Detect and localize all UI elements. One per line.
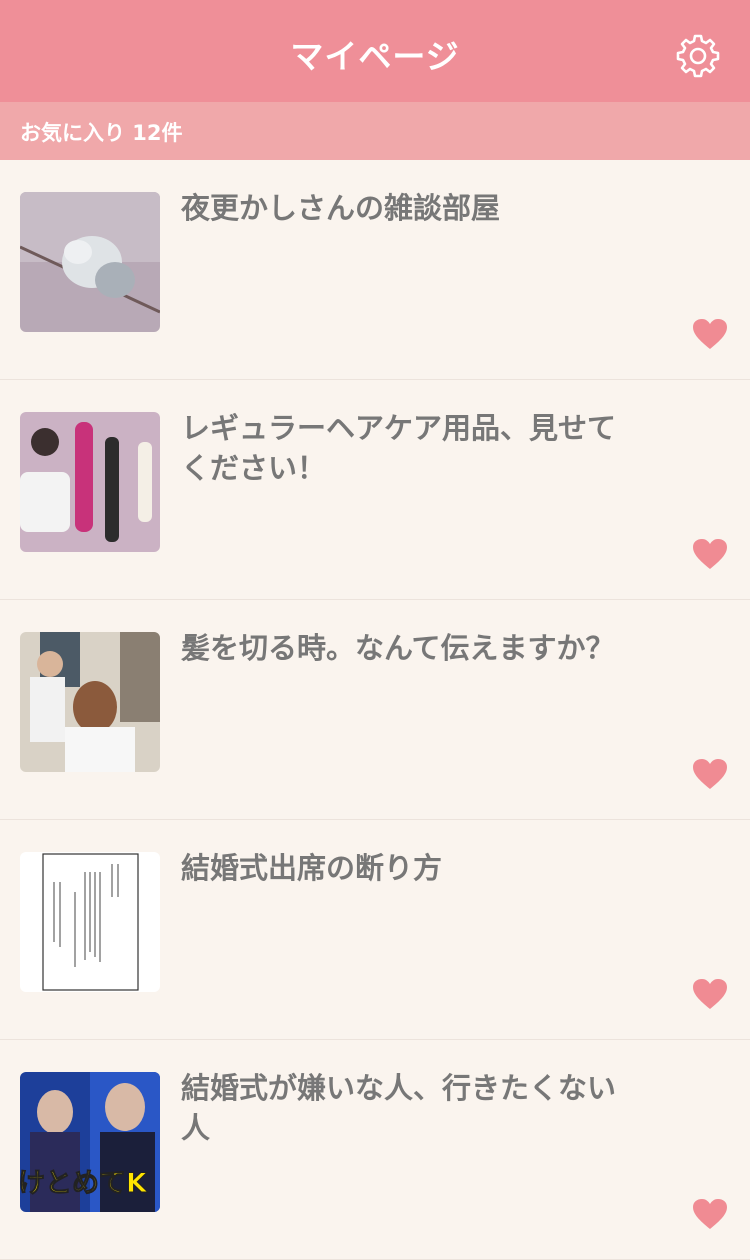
list-item[interactable]: 髪を切る時。なんて伝えますか？ — [0, 600, 750, 820]
heart-icon — [693, 759, 727, 789]
list-item[interactable]: 夜更かしさんの雑談部屋 — [0, 160, 750, 380]
item-title: 結婚式が嫌いな人、行きたくない人 — [181, 1071, 617, 1145]
thumbnail-invitation — [20, 852, 160, 992]
favorites-count: お気に入り 12件 — [20, 121, 183, 145]
item-title: 夜更かしさんの雑談部屋 — [181, 191, 501, 225]
favorite-button[interactable] — [692, 978, 728, 1010]
list-item[interactable]: 結婚式出席の断り方 — [0, 820, 750, 1040]
favorite-button[interactable] — [692, 758, 728, 790]
navigation-bar: マイページ — [0, 0, 750, 102]
item-title: 結婚式出席の断り方 — [181, 851, 443, 885]
heart-icon — [693, 979, 727, 1009]
page-title: マイページ — [290, 37, 460, 76]
heart-icon — [693, 539, 727, 569]
list-item[interactable]: けとめてK 結婚式が嫌いな人、行きたくない人 — [0, 1040, 750, 1260]
thumbnail-salon — [20, 632, 160, 772]
thumbnail-birds — [20, 192, 160, 332]
heart-icon — [693, 1199, 727, 1229]
list-item[interactable]: レギュラーヘアケア用品、見せてください！ — [0, 380, 750, 600]
settings-button[interactable] — [675, 33, 721, 79]
thumbnail-caption: けとめてK — [20, 1168, 148, 1199]
favorite-button[interactable] — [692, 318, 728, 350]
gear-icon — [676, 34, 720, 78]
thumbnail-haircare — [20, 412, 160, 552]
favorite-button[interactable] — [692, 1198, 728, 1230]
favorites-list: 夜更かしさんの雑談部屋 レギュラーヘアケア用品、見せてください！ 髪を切る時。な… — [0, 160, 750, 1260]
heart-icon — [693, 319, 727, 349]
thumbnail-concert: けとめてK — [20, 1072, 160, 1212]
favorites-header: お気に入り 12件 — [0, 102, 750, 160]
item-title: 髪を切る時。なんて伝えますか？ — [181, 631, 615, 665]
item-title: レギュラーヘアケア用品、見せてください！ — [181, 411, 617, 485]
favorite-button[interactable] — [692, 538, 728, 570]
